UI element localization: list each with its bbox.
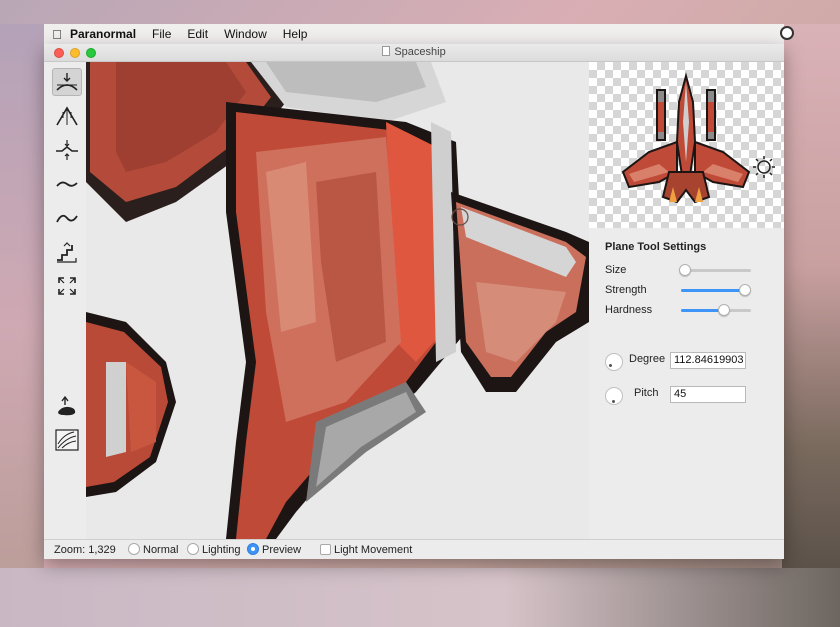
zoom-readout: Zoom: 1,329 [54,544,116,556]
menu-window[interactable]: Window [224,27,267,41]
pitch-dial[interactable] [605,387,623,405]
size-slider-knob[interactable] [678,264,691,276]
light-source-icon [753,156,775,178]
spaceship-preview-image [621,72,775,204]
flood-fill-icon [58,395,76,416]
smooth-tool-icon [56,181,78,187]
lighting-radio-label[interactable]: Lighting [202,544,241,556]
desktop-background-right [782,24,840,627]
wave-tool-icon [56,214,78,223]
desktop-background-bottom [0,568,840,627]
menu-help[interactable]: Help [283,27,308,41]
menu-file[interactable]: File [152,27,171,41]
size-slider[interactable] [678,264,751,276]
spaceship-zoomed-artwork [86,62,589,539]
window-title: Spaceship [44,46,784,58]
stairs-tool-icon [57,242,77,263]
pyramid-tool-icon [56,106,78,126]
light-movement-label[interactable]: Light Movement [334,544,412,556]
emboss-tool-button[interactable] [52,136,82,164]
strength-label: Strength [605,284,647,296]
preview-radio-label[interactable]: Preview [262,544,301,556]
status-bar: Zoom: 1,329 Normal Lighting Preview Ligh… [44,539,784,559]
stairs-tool-button[interactable] [52,238,82,266]
preview-radio[interactable] [247,543,259,555]
desktop-background [0,24,44,627]
texture-tool-button[interactable] [52,426,82,454]
strength-slider-knob[interactable] [739,284,752,296]
degree-dial-indicator [609,364,612,367]
emboss-tool-icon [56,140,78,160]
hardness-slider-knob[interactable] [718,304,731,316]
sprite-preview [589,62,784,228]
plane-tool-icon [56,73,78,91]
wave-tool-button[interactable] [52,204,82,232]
strength-slider[interactable] [681,284,752,296]
status-menu-icon[interactable] [780,26,794,40]
panel-title: Plane Tool Settings [605,241,707,253]
pitch-dial-indicator [612,400,615,403]
normal-radio-label[interactable]: Normal [143,544,178,556]
strength-slider-fill [681,289,746,292]
degree-label: Degree [629,353,666,365]
expand-tool-icon [58,277,76,295]
settings-panel: Plane Tool Settings Size Strength Hardne… [589,62,784,539]
degree-dial[interactable] [605,353,623,371]
hardness-slider[interactable] [681,304,751,316]
pyramid-tool-button[interactable] [52,102,82,130]
apple-menu-icon[interactable]:  [44,27,70,42]
plane-tool-button[interactable] [52,68,82,96]
expand-tool-button[interactable] [52,272,82,300]
light-movement-checkbox[interactable] [320,544,331,555]
texture-tool-icon [55,429,79,451]
flood-fill-button[interactable] [52,392,82,420]
normal-radio[interactable] [128,543,140,555]
lighting-radio[interactable] [187,543,199,555]
editor-canvas[interactable] [86,62,589,539]
smooth-tool-button[interactable] [52,170,82,198]
size-label: Size [605,264,627,276]
pitch-field[interactable]: 45 [670,386,746,403]
app-window: Spaceship Plane Tool Settings Size Stren… [44,44,784,559]
document-icon [382,46,391,56]
hardness-label: Hardness [605,304,653,316]
degree-field[interactable]: 112.84619903 [670,352,746,369]
menu-edit[interactable]: Edit [187,27,208,41]
pitch-label: Pitch [634,387,659,399]
window-title-text: Spaceship [394,46,446,58]
menu-bar:  Paranormal File Edit Window Help [44,24,794,44]
app-menu[interactable]: Paranormal [70,27,136,41]
title-bar: Spaceship [44,44,784,62]
tool-palette [44,62,86,539]
